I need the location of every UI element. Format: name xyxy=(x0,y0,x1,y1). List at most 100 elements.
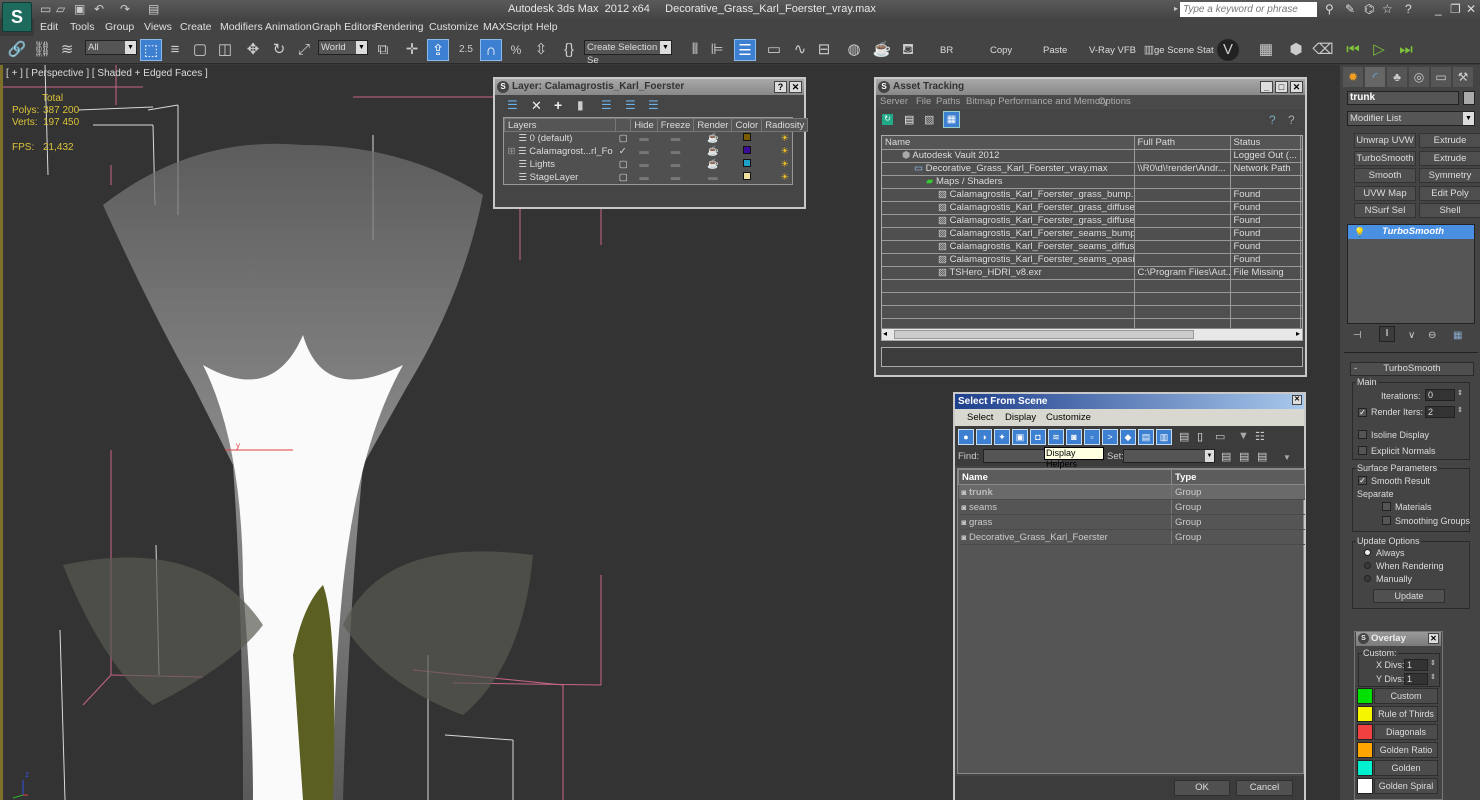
remove-from-set-icon[interactable]: ▤ xyxy=(1257,450,1267,463)
menu-graph-editors[interactable]: Graph Editors xyxy=(312,21,377,33)
reference-coordinate-dropdown[interactable]: World ▼ xyxy=(318,40,368,55)
motion-tab-icon[interactable]: ◎ xyxy=(1409,67,1429,87)
modify-tab-icon[interactable]: ◜ xyxy=(1365,67,1385,87)
hide-unhide-all-icon[interactable]: ☰ xyxy=(625,98,636,112)
render-iters-checkbox[interactable]: ✓ xyxy=(1358,408,1367,417)
thumbnail-view-icon[interactable]: ▧ xyxy=(924,113,934,126)
add-to-layer-icon[interactable]: + xyxy=(554,97,562,113)
minimize-icon[interactable]: _ xyxy=(1435,2,1442,16)
layer-name[interactable]: ☰ Lights xyxy=(505,158,616,171)
modifier-button[interactable]: TurboSmooth xyxy=(1354,150,1416,166)
highlight-selected-layer-icon[interactable]: ☰ xyxy=(601,98,612,112)
asset-row[interactable]: ▭ Decorative_Grass_Karl_Foerster_vray.ma… xyxy=(882,162,1302,176)
asset-row[interactable]: ▰ Maps / Shaders xyxy=(882,175,1302,189)
display-hidden-icon[interactable]: ▥ xyxy=(1156,429,1172,445)
col-name[interactable]: Name xyxy=(882,136,1135,150)
display-invert-icon[interactable]: ▭ xyxy=(1215,430,1225,443)
display-bones-icon[interactable]: > xyxy=(1102,429,1118,445)
hide-toggle[interactable]: ▬ xyxy=(631,171,658,184)
help-button[interactable]: ? xyxy=(774,81,787,93)
overlay-button[interactable]: Golden Spiral xyxy=(1374,778,1438,794)
materials-checkbox[interactable] xyxy=(1382,502,1391,511)
layer-row[interactable]: ☰ StageLayer ▢ ▬ ▬ ▬ ☀ xyxy=(505,171,808,184)
render-iters-spinner[interactable]: 2 xyxy=(1425,406,1455,418)
selection-set-dropdown[interactable]: ▼ xyxy=(1123,449,1215,463)
layer-row[interactable]: ⊞ ☰ Calamagrost...rl_Fo ✓ ▬ ▬ ☕ ☀ xyxy=(505,145,808,158)
lightbulb-icon[interactable]: 💡 xyxy=(1354,225,1365,239)
utilities-tab-icon[interactable]: ⚒ xyxy=(1453,67,1473,87)
radiosity-toggle[interactable]: ☀ xyxy=(762,158,808,171)
scroll-right-icon[interactable]: ▸ xyxy=(1296,329,1300,338)
hide-toggle[interactable]: ▬ xyxy=(631,145,658,158)
modifier-button[interactable]: Extrude xyxy=(1419,150,1480,166)
restore-icon[interactable]: ❐ xyxy=(1450,2,1461,16)
menu-server[interactable]: Server xyxy=(880,96,908,107)
xdivs-spinner[interactable]: 1 xyxy=(1404,659,1428,671)
freeze-toggle[interactable]: ▬ xyxy=(657,132,694,145)
snaps-toggle-icon[interactable]: 2.5 xyxy=(455,39,477,61)
close-button[interactable]: ✕ xyxy=(789,81,802,93)
layer-row[interactable]: ☰ Lights ▢ ▬ ▬ ☕ ☀ xyxy=(505,158,808,171)
hierarchy-tab-icon[interactable]: ♣ xyxy=(1387,67,1407,87)
curve-editor-icon[interactable]: ∿ xyxy=(789,39,811,61)
scene-object-row[interactable]: ◙ Decorative_Grass_Karl_Foerster Group xyxy=(958,529,1305,545)
undo-icon[interactable]: ↶ xyxy=(94,2,104,16)
display-geometry-icon[interactable]: ● xyxy=(958,429,974,445)
current-layer-toggle[interactable]: ▢ xyxy=(616,132,631,145)
minimize-button[interactable]: _ xyxy=(1260,81,1273,93)
spinner-snap-icon[interactable]: ⇳ xyxy=(530,39,552,61)
delete-layer-icon[interactable]: ✕ xyxy=(531,98,542,114)
new-file-icon[interactable]: ▭ xyxy=(40,2,51,16)
display-xrefs-icon[interactable]: ▫ xyxy=(1084,429,1100,445)
menu-maxscript[interactable]: MAXScript xyxy=(483,21,533,33)
overlay-button[interactable]: Golden Triangle xyxy=(1374,760,1438,787)
communication-center-icon[interactable]: ✎ xyxy=(1345,2,1355,16)
menu-views[interactable]: Views xyxy=(144,21,172,33)
display-cameras-icon[interactable]: ▣ xyxy=(1012,429,1028,445)
render-production-icon[interactable]: ⛾ xyxy=(897,39,919,61)
scroll-left-icon[interactable]: ◂ xyxy=(883,329,887,338)
display-tab-icon[interactable]: ▭ xyxy=(1431,67,1451,87)
menu-rendering[interactable]: Rendering xyxy=(375,21,423,33)
br-button[interactable]: BR xyxy=(940,45,953,56)
layer-color-swatch[interactable] xyxy=(732,145,762,158)
make-unique-icon[interactable]: ∨ xyxy=(1408,330,1415,341)
next-key-icon[interactable]: ⏭ xyxy=(1395,39,1417,61)
create-tab-icon[interactable]: ✹ xyxy=(1343,67,1363,87)
spinner-arrows-icon[interactable]: ⇕ xyxy=(1430,659,1436,667)
col-name[interactable]: Name xyxy=(958,469,1172,485)
list-view-icon[interactable]: ▤ xyxy=(904,113,914,126)
vray-logo-icon[interactable]: V xyxy=(1217,39,1239,61)
viewport-label[interactable]: [ + ] [ Perspective ] [ Shaded + Edged F… xyxy=(6,68,208,79)
overlay-button[interactable]: Diagonals xyxy=(1374,724,1438,740)
render-toggle[interactable]: ☕ xyxy=(694,158,732,171)
menu-modifiers[interactable]: Modifiers xyxy=(220,21,263,33)
overlay-button[interactable]: Rule of Thirds xyxy=(1374,706,1438,722)
overlay-color-swatch[interactable] xyxy=(1357,742,1373,758)
redo-icon[interactable]: ↷ xyxy=(120,2,130,16)
radio-when-rendering[interactable] xyxy=(1364,562,1371,569)
refresh-icon[interactable]: ↻ xyxy=(882,114,893,125)
spinner-arrows-icon[interactable]: ⇕ xyxy=(1430,673,1436,681)
stack-item-turbosmooth[interactable]: 💡 TurboSmooth xyxy=(1348,225,1474,239)
paste-button[interactable]: Paste xyxy=(1043,45,1067,56)
menu-help[interactable]: Help xyxy=(536,21,558,33)
expand-search-icon[interactable]: ▸ xyxy=(1174,4,1178,13)
select-from-scene-titlebar[interactable]: Select From Scene ✕ xyxy=(955,394,1304,409)
menu-customize[interactable]: Customize xyxy=(429,21,479,33)
menu-create[interactable]: Create xyxy=(180,21,212,33)
asset-row[interactable]: ▨ Calamagrostis_Karl_Foerster_seams_opas… xyxy=(882,253,1302,267)
modifier-button[interactable]: Extrude xyxy=(1419,133,1480,148)
modifier-button[interactable]: Smooth xyxy=(1354,168,1416,183)
col-freeze[interactable]: Freeze xyxy=(656,118,695,132)
display-containers-icon[interactable]: ◆ xyxy=(1120,429,1136,445)
layer-manager-icon[interactable]: ☰ xyxy=(734,39,756,61)
scene-object-row[interactable]: ◙ grass Group xyxy=(958,514,1305,530)
col-radiosity[interactable]: Radiosity xyxy=(761,118,809,132)
bind-space-warp-icon[interactable]: ≋ xyxy=(56,39,78,61)
selection-filter-dropdown[interactable]: All ▼ xyxy=(85,40,137,55)
modifier-button[interactable]: Symmetry xyxy=(1419,168,1480,183)
col-full-path[interactable]: Full Path xyxy=(1134,136,1231,150)
display-spacewarps-icon[interactable]: ≋ xyxy=(1048,429,1064,445)
help-icon[interactable]: ? xyxy=(1405,2,1412,16)
